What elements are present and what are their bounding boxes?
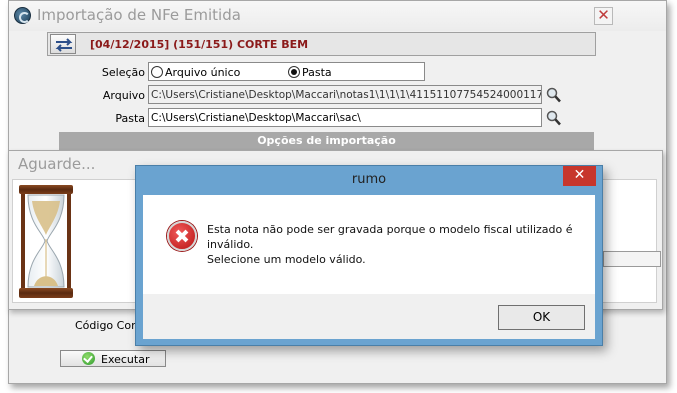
wait-status-field (603, 251, 661, 267)
main-window-title: Importação de NFe Emitida (37, 6, 241, 24)
hourglass-icon (19, 185, 73, 298)
dialog-title: rumo (351, 172, 387, 187)
execute-button-label: Executar (101, 353, 150, 366)
error-message: Esta nota não pode ser gravada porque o … (207, 222, 577, 267)
record-header-text: [04/12/2015] (151/151) CORTE BEM (90, 38, 309, 51)
radio-pasta-label[interactable]: Pasta (302, 66, 332, 79)
error-dialog: rumo ✕ Esta nota não pode ser gravada po… (135, 165, 603, 346)
wait-window-title: Aguarde... (18, 155, 96, 173)
dialog-footer: OK (143, 294, 595, 339)
pasta-label: Pasta (115, 112, 145, 125)
search-icon (546, 87, 561, 103)
main-close-button[interactable]: ✕ (594, 7, 613, 25)
error-message-line: Esta nota não pode ser gravada porque o … (207, 223, 573, 236)
radio-arquivo-unico[interactable] (151, 66, 163, 78)
selection-label: Seleção (101, 66, 145, 79)
import-options-header: Opções de importação (59, 132, 594, 150)
codigo-label: Código Cont (75, 319, 143, 332)
arquivo-label: Arquivo (102, 89, 145, 102)
radio-pasta[interactable] (288, 66, 300, 78)
swap-arrows-icon (55, 38, 73, 52)
selection-radio-group: Arquivo único Pasta (148, 62, 425, 81)
search-icon (546, 110, 561, 126)
app-icon (14, 7, 31, 24)
radio-arquivo-unico-label[interactable]: Arquivo único (165, 66, 240, 79)
dialog-close-button[interactable]: ✕ (563, 166, 596, 186)
error-message-line: inválido. (207, 238, 254, 251)
arquivo-field[interactable]: C:\Users\Cristiane\Desktop\Maccari\notas… (148, 85, 542, 104)
main-titlebar[interactable]: Importação de NFe Emitida ✕ (9, 1, 666, 31)
execute-button[interactable]: Executar (60, 350, 166, 367)
browse-pasta-button[interactable] (545, 109, 562, 127)
browse-arquivo-button[interactable] (545, 86, 562, 104)
dialog-body: Esta nota não pode ser gravada porque o … (143, 195, 595, 294)
ok-button[interactable]: OK (498, 305, 585, 330)
pasta-field[interactable]: C:\Users\Cristiane\Desktop\Maccari\sac\ (148, 108, 542, 127)
swap-button[interactable] (50, 34, 76, 54)
error-icon (167, 221, 197, 251)
error-message-line: Selecione um modelo válido. (207, 253, 366, 266)
check-icon (82, 352, 95, 365)
